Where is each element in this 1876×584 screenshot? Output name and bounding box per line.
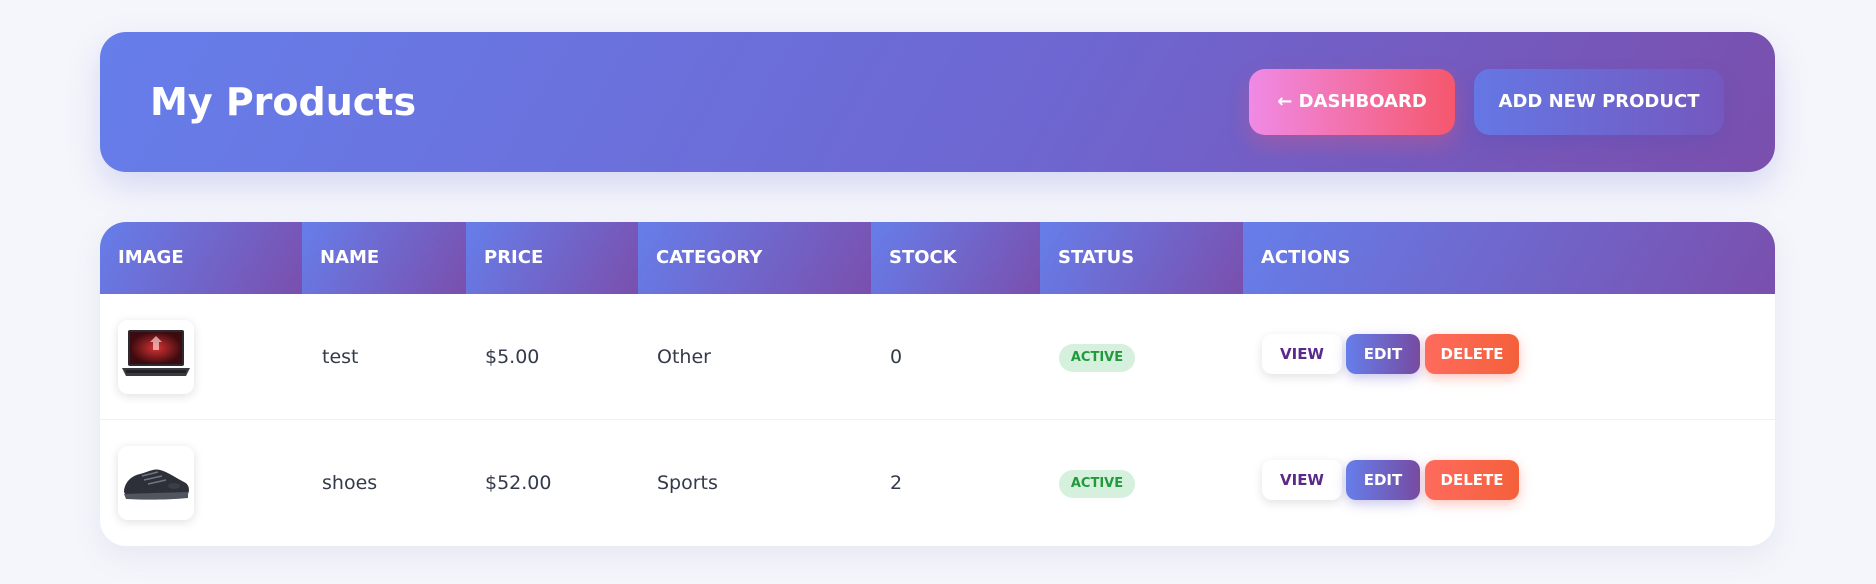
- product-category: Sports: [657, 472, 718, 494]
- status-badge: ACTIVE: [1059, 470, 1135, 498]
- table-row: shoes $52.00 Sports 2 ACTIVE VIEW EDIT D…: [100, 420, 1775, 546]
- product-stock: 0: [890, 346, 903, 368]
- edit-button[interactable]: EDIT: [1346, 460, 1420, 500]
- view-button[interactable]: VIEW: [1262, 334, 1342, 374]
- column-header-image: IMAGE: [100, 222, 302, 294]
- column-header-actions: ACTIONS: [1243, 222, 1775, 294]
- product-price: $5.00: [485, 346, 540, 368]
- edit-button[interactable]: EDIT: [1346, 334, 1420, 374]
- table-header: IMAGE NAME PRICE CATEGORY STOCK STATUS A…: [100, 222, 1775, 294]
- column-header-category: CATEGORY: [638, 222, 871, 294]
- page-title: My Products: [150, 80, 417, 124]
- product-stock: 2: [890, 472, 903, 494]
- product-name: test: [322, 346, 359, 368]
- delete-button[interactable]: DELETE: [1425, 460, 1519, 500]
- laptop-image: [118, 320, 194, 394]
- sneaker-image: [118, 446, 194, 520]
- product-category: Other: [657, 346, 711, 368]
- product-name: shoes: [322, 472, 378, 494]
- table-row: test $5.00 Other 0 ACTIVE VIEW EDIT DELE…: [100, 294, 1775, 420]
- column-header-status: STATUS: [1040, 222, 1243, 294]
- page-header: My Products ← DASHBOARD ADD NEW PRODUCT: [100, 32, 1775, 172]
- view-button[interactable]: VIEW: [1262, 460, 1342, 500]
- product-price: $52.00: [485, 472, 552, 494]
- column-header-name: NAME: [302, 222, 466, 294]
- column-header-price: PRICE: [466, 222, 638, 294]
- column-header-stock: STOCK: [871, 222, 1040, 294]
- status-badge: ACTIVE: [1059, 344, 1135, 372]
- dashboard-button[interactable]: ← DASHBOARD: [1249, 69, 1455, 135]
- delete-button[interactable]: DELETE: [1425, 334, 1519, 374]
- add-new-product-button[interactable]: ADD NEW PRODUCT: [1474, 69, 1724, 135]
- products-table: IMAGE NAME PRICE CATEGORY STOCK STATUS A…: [100, 222, 1775, 546]
